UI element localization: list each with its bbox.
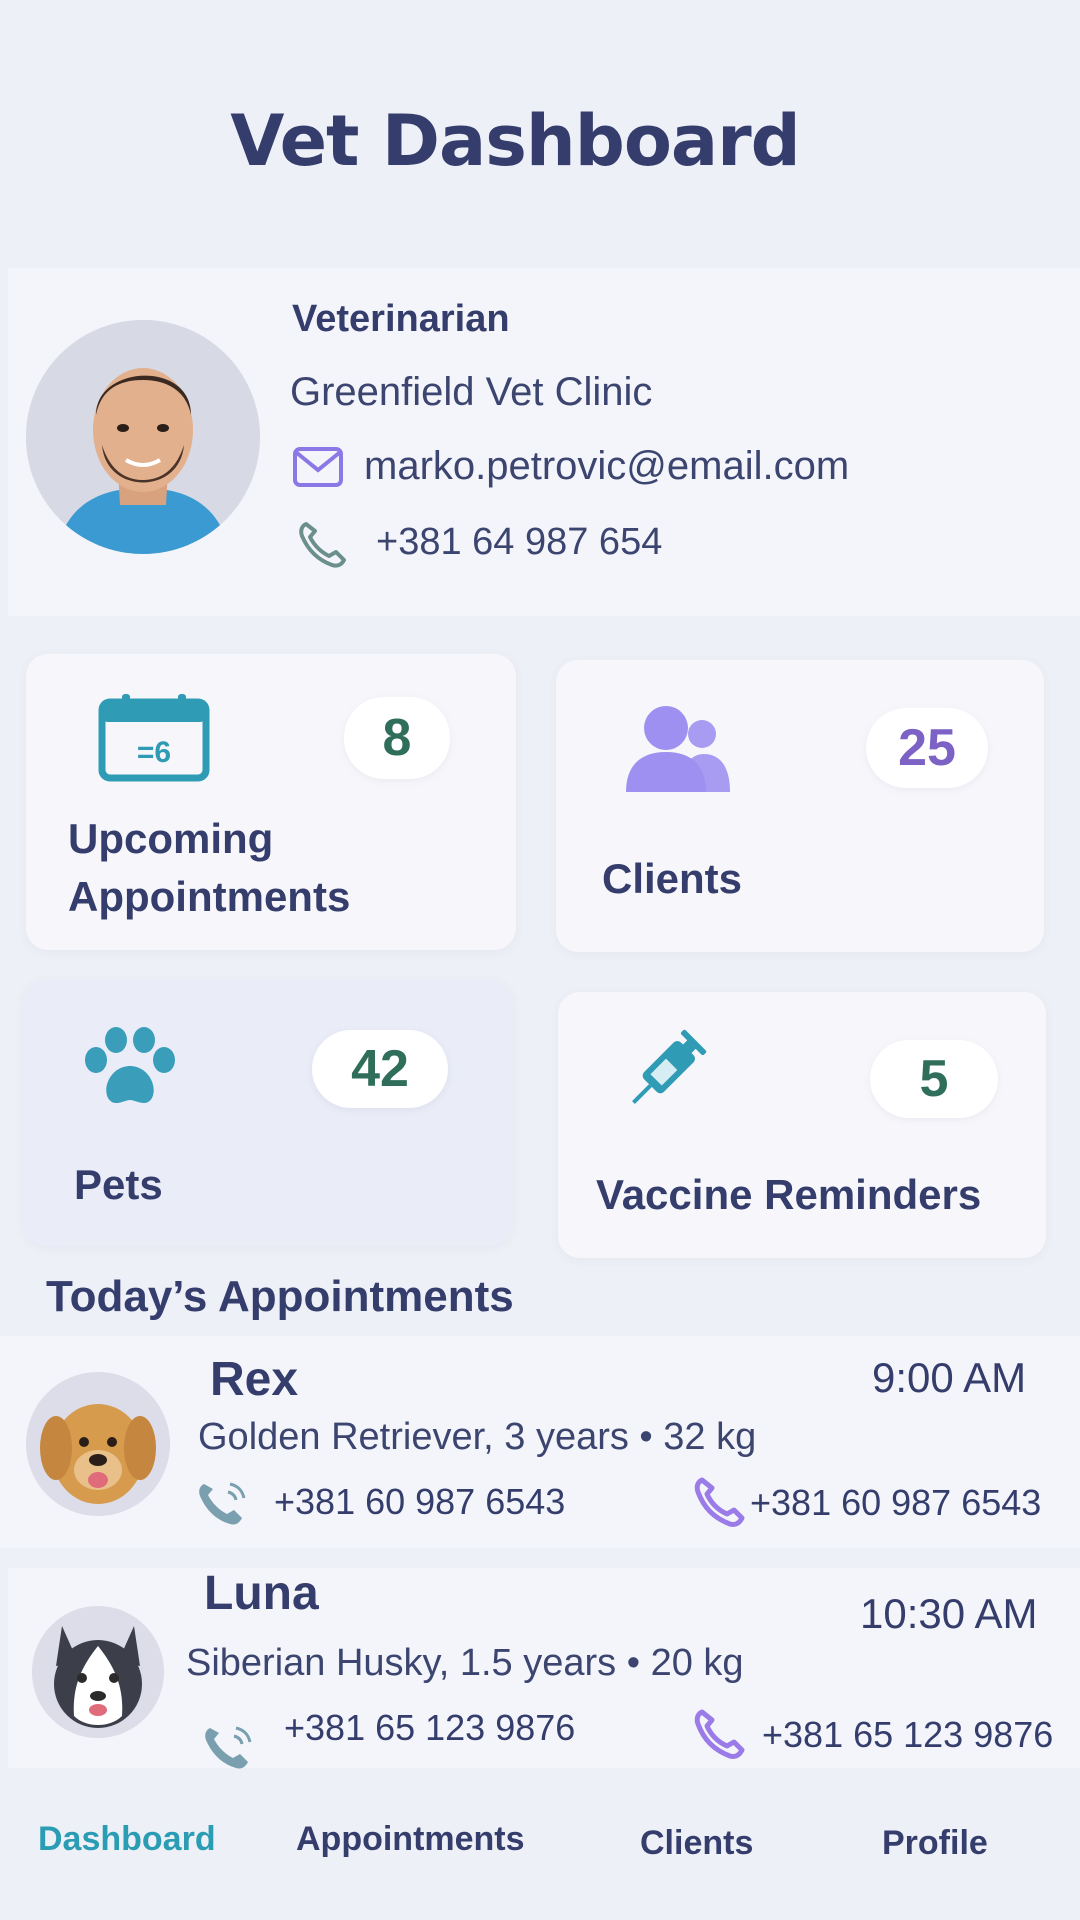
stat-value-clients: 25 — [866, 708, 988, 788]
phone-icon — [296, 520, 348, 568]
profile-email-row[interactable]: marko.petrovic@email.com — [292, 444, 849, 489]
phone-row-left-rex[interactable]: +381 60 987 6543 — [196, 1478, 565, 1526]
mail-icon — [292, 445, 344, 489]
paw-icon — [82, 1026, 178, 1108]
stat-value-appointments: 8 — [344, 697, 450, 779]
profile-clinic: Greenfield Vet Clinic — [290, 370, 653, 414]
stat-value-vaccines: 5 — [870, 1040, 998, 1118]
phone-row-right-rex[interactable]: +381 60 987 6543 — [692, 1476, 1041, 1530]
phone-number-right-luna: +381 65 123 9876 — [762, 1714, 1054, 1755]
stat-label-vaccines: Vaccine Reminders — [596, 1171, 982, 1218]
nav-item-clients[interactable]: Clients — [640, 1824, 753, 1863]
avatar[interactable] — [26, 320, 260, 554]
syringe-icon — [616, 1024, 716, 1116]
section-title-appointments: Today’s Appointments — [46, 1272, 514, 1321]
phone-call-icon — [202, 1722, 256, 1770]
appointment-time-rex: 9:00 AM — [872, 1354, 1027, 1401]
pet-name-rex: Rex — [210, 1353, 299, 1406]
phone-icon — [692, 1708, 746, 1762]
profile-phone-row[interactable]: +381 64 987 654 — [296, 520, 663, 568]
page-title: Vet Dashboard — [230, 100, 801, 182]
profile-phone: +381 64 987 654 — [376, 520, 663, 563]
pet-details-rex: Golden Retriever, 3 years • 32 kg — [198, 1416, 757, 1458]
pet-name-luna: Luna — [204, 1567, 319, 1620]
nav-item-profile[interactable]: Profile — [882, 1824, 988, 1863]
stat-label-clients: Clients — [602, 855, 743, 902]
calendar-icon-text: =6 — [137, 736, 171, 769]
phone-row-right-luna[interactable]: +381 65 123 9876 — [692, 1708, 1053, 1762]
profile-role: Veterinarian — [292, 298, 510, 340]
nav-item-dashboard[interactable]: Dashboard — [38, 1820, 216, 1859]
nav-item-appointments[interactable]: Appointments — [296, 1820, 525, 1859]
stat-value-pets: 42 — [312, 1030, 448, 1108]
pet-avatar-rex — [26, 1372, 170, 1516]
phone-number-left-rex: +381 60 987 6543 — [274, 1481, 566, 1522]
profile-email: marko.petrovic@email.com — [364, 444, 850, 488]
phone-icon — [692, 1476, 746, 1530]
phone-row-left-luna[interactable]: +381 65 123 9876 — [202, 1700, 575, 1770]
appointment-time-luna: 10:30 AM — [860, 1590, 1038, 1637]
calendar-icon: =6 — [98, 692, 210, 782]
phone-call-icon — [196, 1478, 250, 1526]
pet-details-luna: Siberian Husky, 1.5 years • 20 kg — [186, 1642, 744, 1684]
stat-label-pets: Pets — [74, 1161, 163, 1208]
phone-number-left-luna: +381 65 123 9876 — [284, 1707, 576, 1748]
pet-avatar-luna — [32, 1606, 164, 1738]
users-icon — [622, 702, 732, 794]
stat-label-appointments: Upcoming Appointments — [68, 815, 351, 920]
phone-number-right-rex: +381 60 987 6543 — [750, 1482, 1042, 1523]
